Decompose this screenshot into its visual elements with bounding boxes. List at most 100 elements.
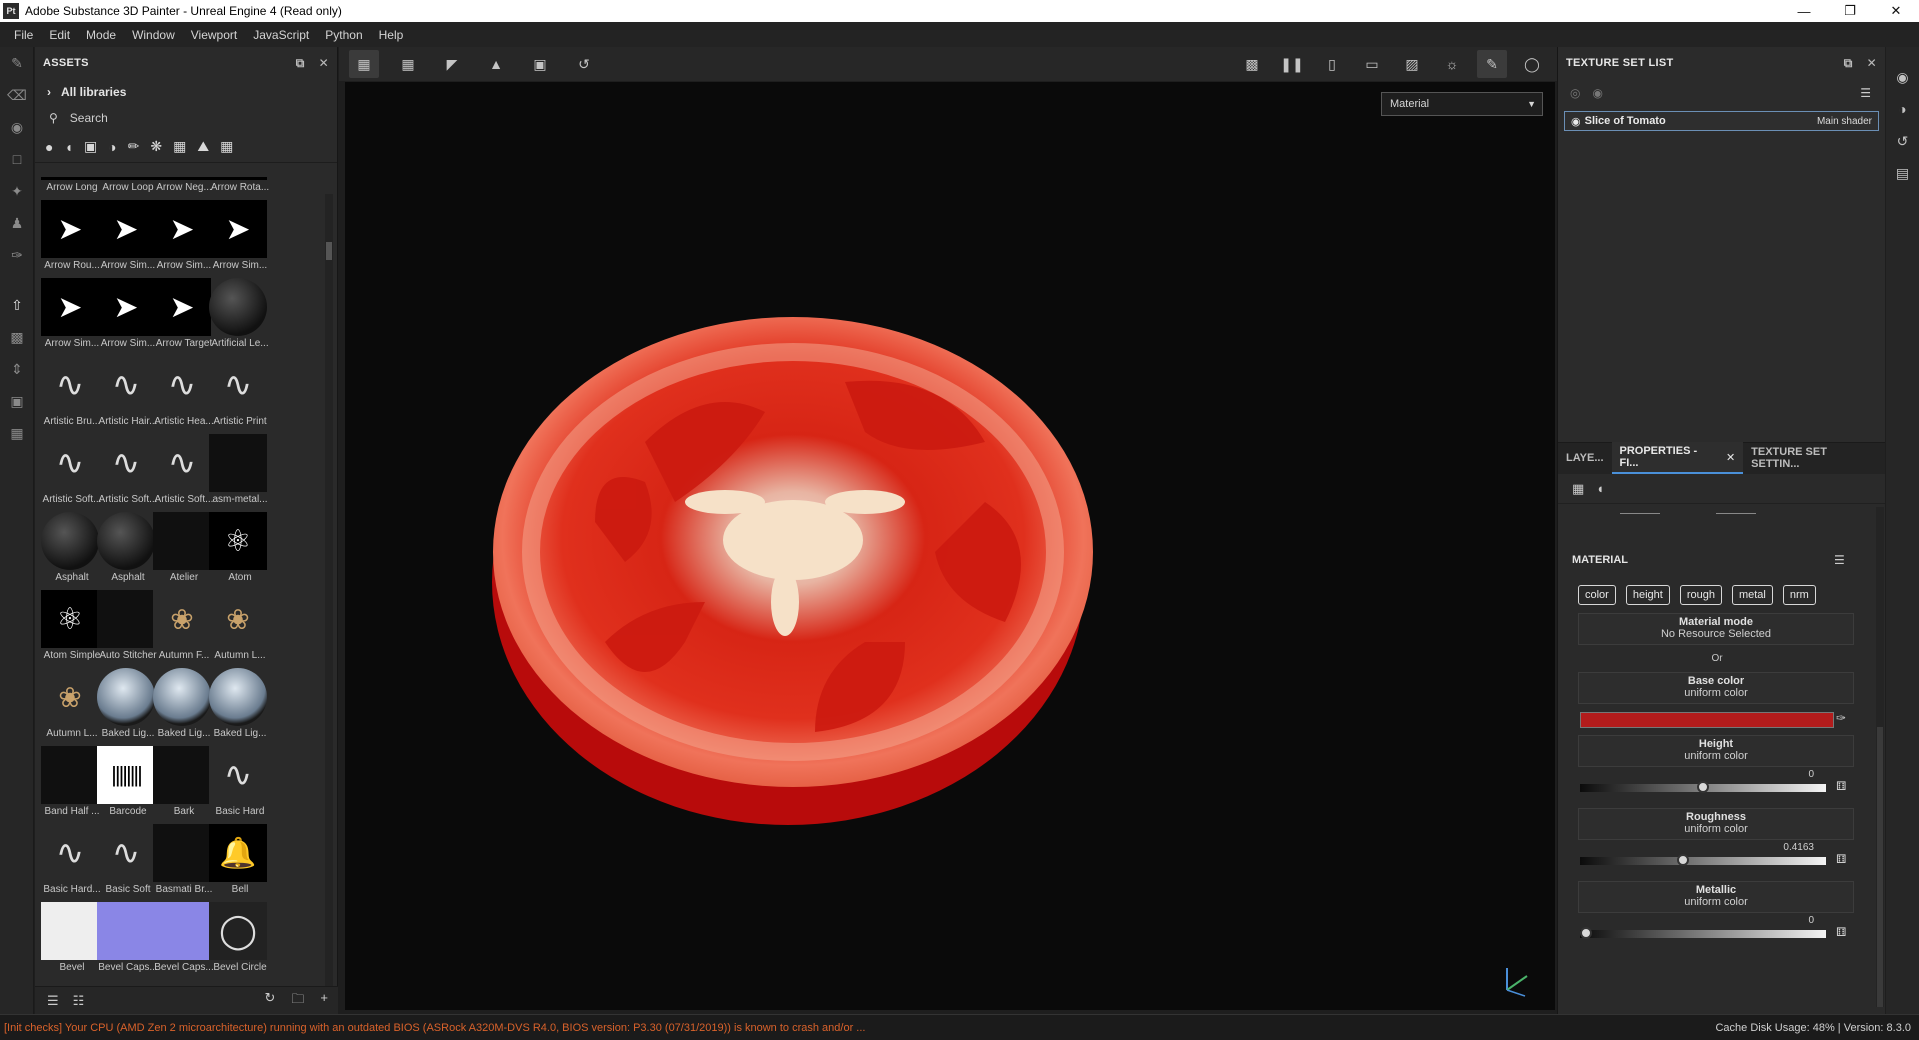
visibility-eye-icon[interactable]: ◉ — [1571, 115, 1581, 128]
asset-thumbnail[interactable]: Baked Lig... — [149, 668, 211, 746]
asset-thumbnail[interactable]: ⚛ Atom — [205, 512, 267, 590]
metallic-value[interactable]: 0 — [1808, 915, 1814, 926]
asset-thumbnail[interactable]: ❀ Autumn L... — [37, 668, 99, 746]
asset-thumbnail[interactable]: Baked Lig... — [205, 668, 267, 746]
undock-icon[interactable]: ⧉ — [296, 56, 305, 71]
asset-thumbnail[interactable]: Artificial Le... — [205, 278, 269, 356]
library-selector[interactable]: › All libraries — [35, 79, 337, 105]
height-value[interactable]: 0 — [1808, 769, 1814, 780]
eyedropper-icon[interactable]: ✑ — [1836, 711, 1852, 727]
viewport-mode-select[interactable]: Material ▼ — [1381, 92, 1543, 116]
menu-help[interactable]: Help — [371, 28, 412, 42]
paint-mode-icon[interactable]: ✎ — [1477, 50, 1507, 78]
base-color-swatch[interactable] — [1580, 712, 1834, 728]
menu-mode[interactable]: Mode — [78, 28, 124, 42]
height-slider-knob[interactable] — [1697, 781, 1709, 793]
close-panel-icon[interactable]: ✕ — [319, 56, 329, 70]
frame-icon[interactable]: ▣ — [525, 50, 555, 78]
close-panel-icon[interactable]: ✕ — [1867, 56, 1877, 70]
grid-view-icon[interactable]: ▦ — [393, 50, 423, 78]
asset-thumbnail[interactable]: ❀ Autumn F... — [149, 590, 211, 668]
height-slider[interactable] — [1580, 781, 1826, 793]
close-window-button[interactable]: ✕ — [1873, 0, 1919, 22]
asset-thumbnail[interactable]: Bevel Caps... — [93, 902, 158, 980]
properties-scrollbar[interactable] — [1876, 507, 1884, 1007]
menu-icon[interactable]: ☰ — [1860, 86, 1871, 100]
metallic-slider[interactable] — [1580, 927, 1826, 939]
measure-icon[interactable]: ⇕ — [0, 353, 34, 385]
material-mode-card[interactable]: Material mode No Resource Selected — [1578, 613, 1854, 645]
asset-thumbnail[interactable]: Asphalt — [93, 512, 155, 590]
asset-thumbnail[interactable]: ∿ Artistic Hea... — [149, 356, 214, 434]
roughness-value[interactable]: 0.4163 — [1783, 842, 1814, 853]
texture-set-entry[interactable]: ◉ Slice of Tomato Main shader — [1564, 111, 1879, 131]
asset-thumbnail[interactable]: ∿ Artistic Soft... — [93, 434, 157, 512]
asset-thumbnail[interactable]: Bark — [149, 746, 211, 824]
eraser-icon[interactable]: ⌫ — [0, 79, 34, 111]
asset-thumbnail[interactable]: ∿ Artistic Bru... — [37, 356, 100, 434]
channel-metal-button[interactable]: metal — [1731, 585, 1773, 605]
asset-thumbnail[interactable]: |||||||| Barcode — [93, 746, 155, 824]
viewer-settings-icon[interactable]: ◉ — [1886, 61, 1919, 93]
asset-thumbnail[interactable]: Basmati Br... — [149, 824, 212, 902]
height-card[interactable]: Height uniform color — [1578, 735, 1854, 767]
asset-thumbnail[interactable]: ➤ Arrow Sim... — [37, 278, 99, 356]
texture-set-shader[interactable]: Main shader — [1817, 116, 1872, 127]
asset-thumbnail[interactable]: ◯ Bevel Circle — [205, 902, 267, 980]
channel-color-button[interactable]: color — [1578, 585, 1616, 605]
lighting-icon[interactable]: ☼ — [1437, 50, 1467, 78]
channel-nrm-button[interactable]: nrm — [1782, 585, 1816, 605]
smart-material-filter-icon[interactable]: ◖ — [64, 139, 72, 155]
menu-viewport[interactable]: Viewport — [183, 28, 245, 42]
close-tab-icon[interactable]: ✕ — [1726, 451, 1735, 464]
hide-all-icon[interactable]: ◎ — [1570, 86, 1580, 100]
asset-thumbnail[interactable]: ∿ Artistic Print — [205, 356, 267, 434]
metallic-card[interactable]: Metallic uniform color — [1578, 881, 1854, 913]
asset-thumbnail[interactable]: Baked Lig... — [93, 668, 155, 746]
asset-thumbnail[interactable]: ➤Arrow Neg... — [149, 177, 212, 200]
asset-thumbnail[interactable]: Band Half ... — [37, 746, 100, 824]
folder-icon[interactable]: 🗀 — [291, 990, 304, 1012]
metallic-slider-knob[interactable] — [1580, 927, 1592, 939]
asset-thumbnail[interactable]: ∿ Artistic Hair... — [93, 356, 157, 434]
asset-thumbnail[interactable]: ➤Arrow Loop — [93, 177, 155, 200]
pause-icon[interactable]: ❚❚ — [1277, 50, 1307, 78]
asset-thumbnail[interactable]: Asphalt — [37, 512, 99, 590]
brush-filter-icon[interactable]: ✏ — [128, 138, 140, 155]
projection-icon[interactable]: ◉ — [0, 111, 34, 143]
mask-filter-icon[interactable]: ▣ — [84, 138, 97, 155]
selection-icon[interactable]: ▦ — [349, 50, 379, 78]
channel-rough-button[interactable]: rough — [1679, 585, 1722, 605]
assets-scrollbar[interactable] — [325, 194, 333, 1024]
clone-icon[interactable]: ♟ — [0, 207, 34, 239]
list-view-icon[interactable]: ☰ — [47, 993, 59, 1009]
sort-icon[interactable]: ☷ — [73, 993, 85, 1009]
menu-javascript[interactable]: JavaScript — [245, 28, 317, 42]
3d-viewport[interactable]: Material ▼ — [345, 82, 1555, 1010]
smart-mask-filter-icon[interactable]: ◑ — [108, 139, 116, 155]
polygon-fill-icon[interactable]: □ — [0, 143, 34, 175]
randomize-icon[interactable]: ⚅ — [1836, 925, 1852, 941]
minimize-button[interactable]: — — [1781, 0, 1827, 22]
asset-thumbnail[interactable]: ∿ Basic Soft — [93, 824, 155, 902]
roughness-card[interactable]: Roughness uniform color — [1578, 808, 1854, 840]
log-icon[interactable]: ▤ — [1886, 157, 1919, 189]
fill-properties-icon[interactable]: ▦ — [1572, 481, 1584, 497]
base-color-card[interactable]: Base color uniform color — [1578, 672, 1854, 704]
asset-thumbnail[interactable]: asm-metal... — [205, 434, 268, 512]
tab-properties[interactable]: PROPERTIES - FI... ✕ — [1611, 442, 1744, 474]
add-icon[interactable]: + — [320, 990, 328, 1012]
refresh-icon[interactable]: ↻ — [264, 990, 275, 1012]
asset-thumbnail[interactable]: ❀ Autumn L... — [205, 590, 267, 668]
restore-button[interactable]: ❐ — [1827, 0, 1873, 22]
particle-filter-icon[interactable]: ❋ — [150, 138, 162, 155]
asset-thumbnail[interactable]: ∿ Basic Hard... — [37, 824, 101, 902]
screenshot-icon[interactable]: ◯ — [1517, 50, 1547, 78]
hide-icon[interactable]: ▩ — [1237, 50, 1267, 78]
menu-edit[interactable]: Edit — [41, 28, 78, 42]
display-settings-icon[interactable]: ▣ — [0, 385, 34, 417]
smudge-icon[interactable]: ✦ — [0, 175, 34, 207]
asset-thumbnail[interactable]: ➤ Arrow Rota... — [205, 177, 269, 200]
menu-file[interactable]: File — [6, 28, 41, 42]
asset-thumbnail[interactable]: ➤ Arrow Target — [149, 278, 212, 356]
